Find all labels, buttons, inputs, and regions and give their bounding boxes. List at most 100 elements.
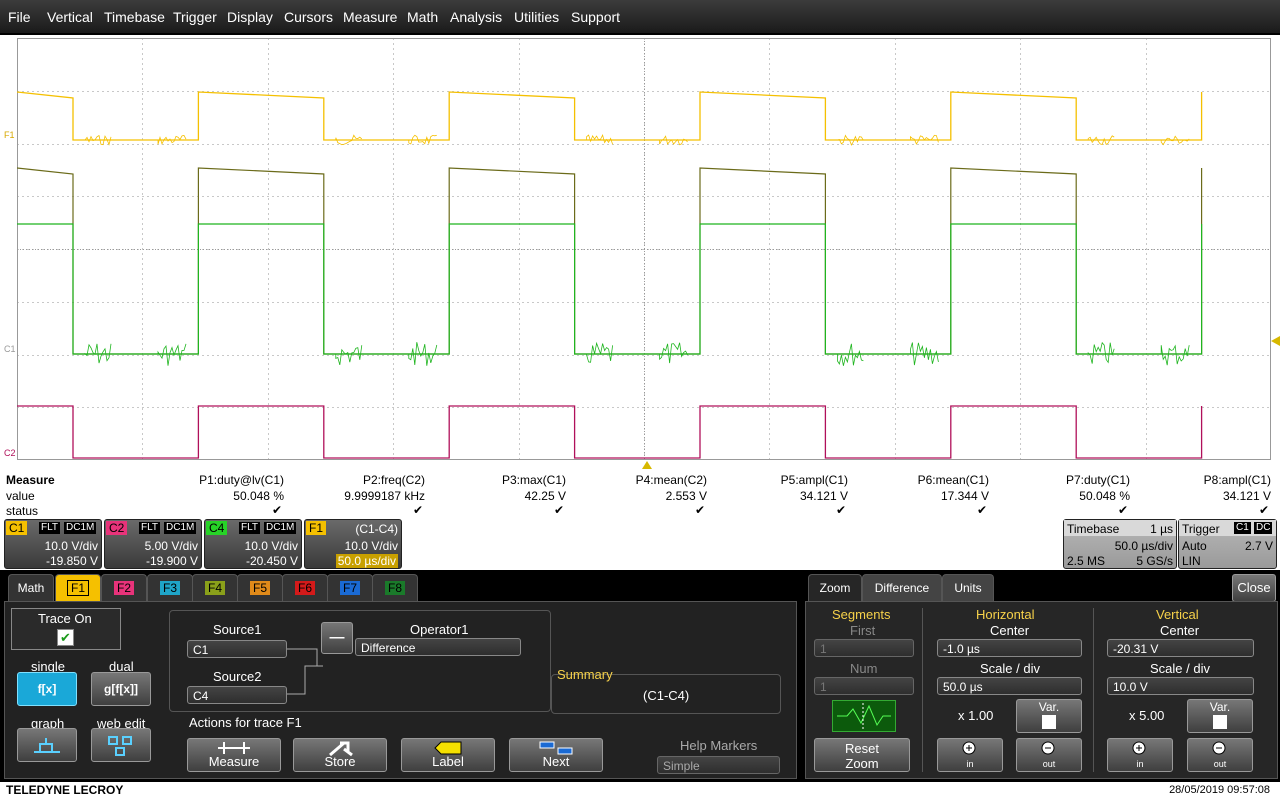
param-p6-name[interactable]: P6:mean(C1) [918, 473, 989, 487]
tab-f5[interactable]: F5 [237, 574, 283, 601]
param-p7-status-check: ✔ [1118, 503, 1129, 517]
trigger-level: 2.7 V [1244, 539, 1273, 553]
tab-f6[interactable]: F6 [282, 574, 328, 601]
menu-analysis[interactable]: Analysis [450, 9, 502, 25]
measure-table[interactable]: Measure value status P1:duty@lv(C1) 50.04… [0, 470, 1280, 518]
measure-action-button[interactable]: Measure [187, 738, 281, 772]
v-var-checkbox[interactable] [1213, 715, 1227, 729]
num-segment-field: 1 [814, 677, 914, 695]
timebase-rate: 5 GS/s [1136, 554, 1173, 568]
v-multiplier: x 5.00 [1129, 708, 1165, 723]
h-zoom-out-button[interactable]: out [1016, 738, 1082, 772]
tab-f8[interactable]: F8 [372, 574, 418, 601]
param-p8-status-check: ✔ [1259, 503, 1270, 517]
label-label: Label [432, 754, 464, 769]
tab-f1-label: F1 [66, 580, 89, 596]
h-center-field[interactable]: -1.0 µs [937, 639, 1082, 657]
tab-f4[interactable]: F4 [192, 574, 238, 601]
param-p1-name[interactable]: P1:duty@lv(C1) [199, 473, 284, 487]
param-p2-name[interactable]: P2:freq(C2) [363, 473, 425, 487]
reset-zoom-button[interactable]: Reset Zoom [814, 738, 910, 772]
param-p5-value: 34.121 V [799, 489, 848, 503]
param-p8-name[interactable]: P8:ampl(C1) [1204, 473, 1271, 487]
web-edit-button[interactable] [91, 728, 151, 762]
dual-function-button[interactable]: g[f[x]] [91, 672, 151, 706]
tab-units[interactable]: Units [942, 574, 994, 601]
graph-button[interactable] [17, 728, 77, 762]
param-p7-name[interactable]: P7:duty(C1) [1066, 473, 1130, 487]
web-edit-icon [108, 736, 132, 756]
c1-coupling: DC1M [64, 522, 97, 534]
tab-zoom[interactable]: Zoom [808, 574, 862, 601]
v-zoom-out-button[interactable]: out [1187, 738, 1253, 772]
tab-f7[interactable]: F7 [327, 574, 373, 601]
c4-vdiv: 10.0 V/div [244, 539, 298, 553]
trigger-time-marker [642, 461, 652, 469]
menu-vertical[interactable]: Vertical [47, 9, 93, 25]
h-var-checkbox[interactable] [1042, 715, 1056, 729]
menu-support[interactable]: Support [571, 9, 620, 25]
tab-f5-label: F5 [249, 581, 270, 595]
channel-c2-descriptor[interactable]: C2 FLT DC1M 5.00 V/div -19.900 V [104, 519, 202, 569]
tab-f1[interactable]: F1 [55, 574, 101, 601]
menu-display[interactable]: Display [227, 9, 273, 25]
menu-trigger[interactable]: Trigger [173, 9, 217, 25]
h-center-label: Center [990, 623, 1030, 638]
menu-utilities[interactable]: Utilities [514, 9, 559, 25]
trigger-descriptor[interactable]: Trigger C1 DC Auto 2.7 V LIN [1178, 519, 1277, 569]
timebase-label: Timebase [1067, 522, 1120, 536]
source1-field[interactable]: C1 [187, 640, 287, 658]
menu-file[interactable]: File [8, 9, 31, 25]
menu-math[interactable]: Math [407, 9, 438, 25]
v-zoom-in-button[interactable]: in [1107, 738, 1173, 772]
close-button[interactable]: Close [1232, 574, 1276, 602]
trace-on-checkbox[interactable]: ✔ [57, 629, 74, 646]
graticule [17, 38, 1271, 460]
vertical-label: Vertical [1156, 607, 1199, 622]
segments-label: Segments [832, 607, 891, 622]
operator1-field[interactable]: Difference [355, 638, 521, 656]
store-button[interactable]: Store [293, 738, 387, 772]
param-p5-name[interactable]: P5:ampl(C1) [781, 473, 848, 487]
channel-c4-descriptor[interactable]: C4 FLT DC1M 10.0 V/div -20.450 V [204, 519, 302, 569]
operator-button[interactable]: — [321, 622, 353, 654]
menu-measure[interactable]: Measure [343, 9, 397, 25]
tab-f6-label: F6 [294, 581, 315, 595]
menu-timebase[interactable]: Timebase [104, 9, 165, 25]
source2-field[interactable]: C4 [187, 686, 287, 704]
next-button[interactable]: Next [509, 738, 603, 772]
help-markers-field[interactable]: Simple [657, 756, 780, 774]
descriptor-bar: C1 FLT DC1M 10.0 V/div -19.850 V C2 FLT … [0, 518, 1280, 570]
v-center-field[interactable]: -20.31 V [1107, 639, 1254, 657]
h-scale-label: Scale / div [980, 661, 1040, 676]
reset-label: Reset [845, 741, 879, 756]
channel-c1-descriptor[interactable]: C1 FLT DC1M 10.0 V/div -19.850 V [4, 519, 102, 569]
param-p3-name[interactable]: P3:max(C1) [502, 473, 566, 487]
label-button[interactable]: Label [401, 738, 495, 772]
single-function-button[interactable]: f[x] [17, 672, 77, 706]
param-p4-name[interactable]: P4:mean(C2) [636, 473, 707, 487]
v-var-toggle[interactable]: Var. [1187, 699, 1253, 733]
tab-math[interactable]: Math [8, 574, 54, 601]
menu-cursors[interactable]: Cursors [284, 9, 333, 25]
c2-filter: FLT [139, 522, 161, 534]
tab-f8-label: F8 [384, 581, 405, 595]
f1-expression: (C1-C4) [355, 522, 398, 536]
waveform-grid[interactable] [17, 38, 1271, 460]
tab-difference[interactable]: Difference [862, 574, 942, 601]
status-row-label: status [6, 504, 39, 518]
tab-f3[interactable]: F3 [147, 574, 193, 601]
trigger-channel: C1 [1234, 522, 1251, 534]
timebase-descriptor[interactable]: Timebase 1 µs 50.0 µs/div 2.5 MS 5 GS/s [1063, 519, 1177, 569]
tab-f2[interactable]: F2 [101, 574, 147, 601]
brand-logo: TELEDYNE LECROY [6, 783, 124, 797]
h-var-toggle[interactable]: Var. [1016, 699, 1082, 733]
h-scale-field[interactable]: 50.0 µs [937, 677, 1082, 695]
v-scale-field[interactable]: 10.0 V [1107, 677, 1254, 695]
v-center-label: Center [1160, 623, 1200, 638]
math-f1-descriptor[interactable]: F1 (C1-C4) 10.0 V/div 50.0 µs/div [304, 519, 402, 569]
param-p3-value: 42.25 V [524, 489, 566, 503]
f1-tdiv: 50.0 µs/div [335, 554, 398, 568]
h-zoom-in-button[interactable]: in [937, 738, 1003, 772]
c1-filter: FLT [39, 522, 61, 534]
